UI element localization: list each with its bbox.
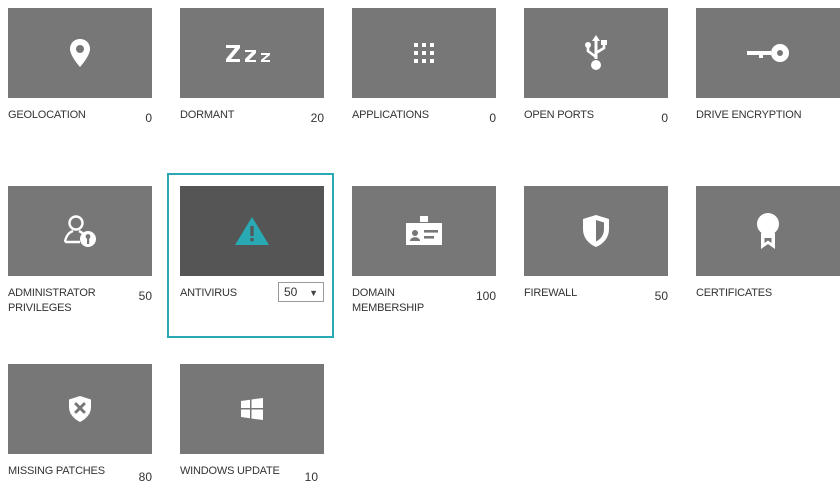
tile-missing-patches[interactable]: MISSING PATCHES 80: [8, 364, 152, 504]
usb-icon: [585, 35, 607, 70]
tile-administrator-privileges[interactable]: ADMINISTRATOR PRIVILEGES 50: [8, 186, 152, 326]
threshold-select[interactable]: 50 ▼: [278, 282, 324, 302]
tile-certificates[interactable]: CERTIFICATES 30: [696, 186, 840, 326]
tile-geolocation[interactable]: GEOLOCATION 0: [8, 8, 152, 148]
tile-antivirus[interactable]: ANTIVIRUS 50 ▼: [180, 186, 324, 326]
tile-windows-update[interactable]: WINDOWS UPDATE 10: [180, 364, 324, 504]
tile-value: 50: [138, 289, 152, 303]
tile-applications-box[interactable]: [352, 8, 496, 98]
ribbon-award-icon: [757, 213, 779, 249]
tile-geolocation-box[interactable]: [8, 8, 152, 98]
tile-dormant-box[interactable]: [180, 8, 324, 98]
tile-label: MISSING PATCHES: [8, 465, 105, 477]
tile-antivirus-box[interactable]: [180, 186, 324, 276]
tile-label: ANTIVIRUS: [180, 287, 237, 299]
grid-icon: [414, 43, 434, 63]
tile-missing-patches-box[interactable]: [8, 364, 152, 454]
tile-applications[interactable]: APPLICATIONS 0: [352, 8, 496, 148]
tile-firewall-box[interactable]: [524, 186, 668, 276]
tile-label: GEOLOCATION: [8, 109, 86, 121]
tile-domain-membership-box[interactable]: [352, 186, 496, 276]
tile-firewall[interactable]: FIREWALL 50: [524, 186, 668, 326]
tile-open-ports[interactable]: OPEN PORTS 0: [524, 8, 668, 148]
tile-dormant[interactable]: DORMANT 20: [180, 8, 324, 148]
threshold-select-value: 50: [284, 285, 298, 299]
windows-logo-icon: [241, 398, 263, 420]
tile-label: ADMINISTRATOR PRIVILEGES: [8, 287, 96, 314]
key-icon: [747, 44, 789, 62]
admin-user-icon: [63, 215, 96, 247]
tile-label: WINDOWS UPDATE: [180, 465, 280, 477]
tile-label: DORMANT: [180, 109, 235, 121]
tile-certificates-box[interactable]: [696, 186, 840, 276]
chevron-down-icon[interactable]: ▼: [309, 284, 318, 302]
tile-value: 100: [475, 289, 496, 303]
tile-domain-membership[interactable]: DOMAIN MEMBERSHIP 100: [352, 186, 496, 326]
tile-label: DOMAIN MEMBERSHIP: [352, 287, 424, 314]
tile-value: 80: [138, 470, 152, 484]
tile-label: DRIVE ENCRYPTION: [696, 109, 802, 121]
tile-value: 0: [661, 111, 668, 125]
id-badge-icon: [406, 216, 442, 245]
tile-value: 20: [310, 111, 324, 125]
tile-value: 0: [145, 111, 152, 125]
tile-administrator-privileges-box[interactable]: [8, 186, 152, 276]
location-pin-icon: [70, 39, 90, 67]
tile-label: APPLICATIONS: [352, 109, 429, 121]
tile-value: 50: [654, 289, 668, 303]
tile-label: CERTIFICATES: [696, 287, 773, 299]
tile-label: FIREWALL: [524, 287, 578, 299]
tile-drive-encryption-box[interactable]: [696, 8, 840, 98]
tile-open-ports-box[interactable]: [524, 8, 668, 98]
tile-value: 0: [489, 111, 496, 125]
sleep-zzz-icon: [226, 45, 270, 62]
tile-drive-encryption[interactable]: DRIVE ENCRYPTION 20: [696, 8, 840, 148]
shield-x-icon: [69, 396, 91, 422]
tile-label: OPEN PORTS: [524, 109, 594, 121]
tile-value: 10: [304, 470, 318, 484]
shield-icon: [583, 215, 609, 247]
tile-windows-update-box[interactable]: [180, 364, 324, 454]
warning-triangle-icon: [235, 217, 269, 245]
